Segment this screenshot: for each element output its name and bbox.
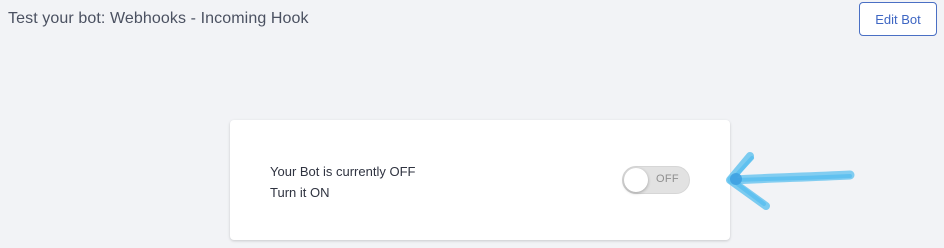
bot-status-card: Your Bot is currently OFF Turn it ON OFF <box>230 120 730 240</box>
arrow-icon <box>726 152 855 210</box>
bot-status-text: Your Bot is currently OFF Turn it ON <box>270 161 415 203</box>
toggle-knob[interactable] <box>624 168 648 192</box>
page: Test your bot: Webhooks - Incoming Hook … <box>0 0 944 248</box>
bot-status-label: Your Bot is currently OFF <box>270 164 416 179</box>
bot-power-toggle[interactable]: OFF <box>622 166 690 194</box>
page-title: Test your bot: Webhooks - Incoming Hook <box>8 10 309 27</box>
edit-bot-button[interactable]: Edit Bot <box>859 2 937 36</box>
turn-on-label: Turn it ON <box>270 185 330 200</box>
toggle-state-label: OFF <box>656 173 679 185</box>
